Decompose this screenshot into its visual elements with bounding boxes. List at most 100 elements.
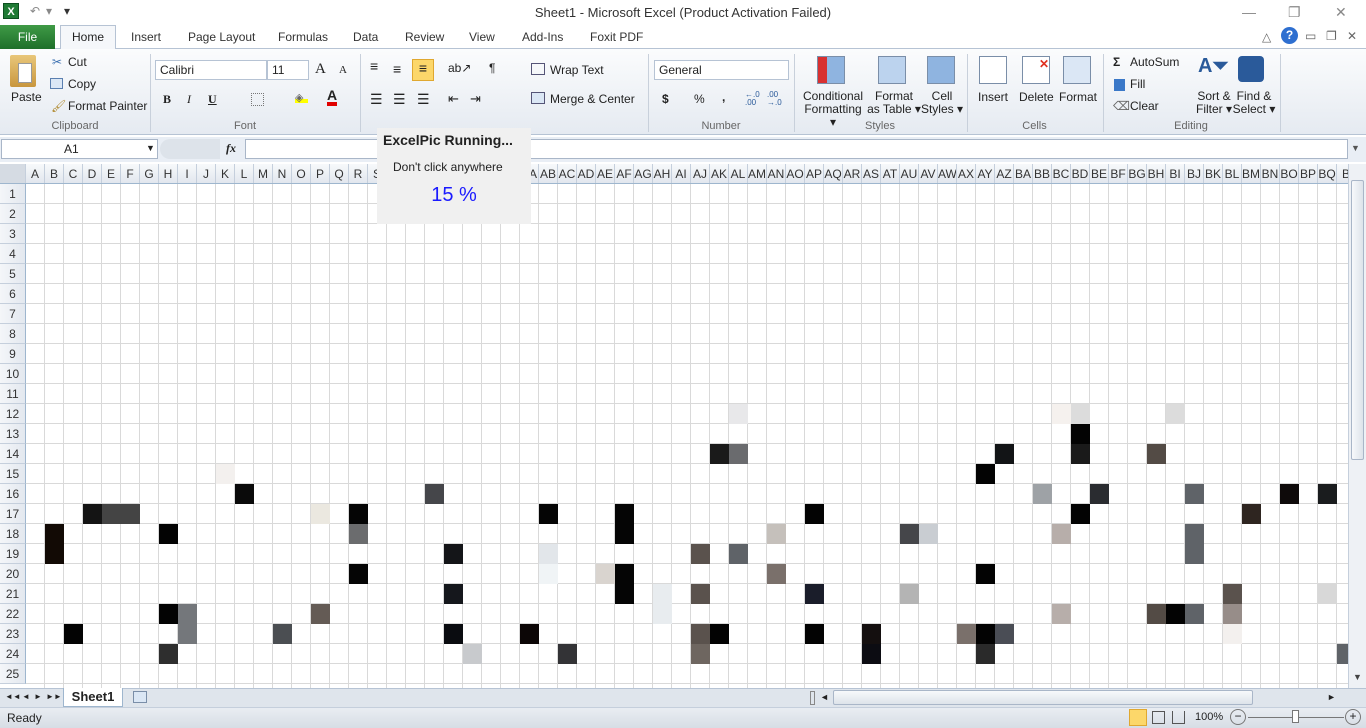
column-header[interactable]: D: [83, 164, 102, 183]
tab-formulas[interactable]: Formulas: [278, 30, 328, 44]
filled-cell[interactable]: [596, 564, 615, 584]
column-header[interactable]: AT: [881, 164, 900, 183]
filled-cell[interactable]: [235, 484, 254, 504]
filled-cell[interactable]: [1223, 624, 1242, 644]
row-header[interactable]: 7: [0, 304, 26, 324]
delete-button[interactable]: Delete: [1019, 90, 1054, 104]
column-header[interactable]: AY: [976, 164, 995, 183]
column-header[interactable]: BF: [1109, 164, 1128, 183]
align-center-icon[interactable]: ☰: [393, 91, 406, 108]
formula-bar-resize-handle[interactable]: [160, 139, 220, 159]
column-header[interactable]: BG: [1128, 164, 1147, 183]
column-header[interactable]: AL: [729, 164, 748, 183]
align-right-icon[interactable]: ☰: [417, 91, 430, 108]
row-header[interactable]: 16: [0, 484, 26, 504]
column-header[interactable]: AR: [843, 164, 862, 183]
decrease-indent-icon[interactable]: ⇤: [448, 91, 459, 107]
column-header[interactable]: AQ: [824, 164, 843, 183]
column-header[interactable]: BP: [1299, 164, 1318, 183]
column-header[interactable]: AD: [577, 164, 596, 183]
filled-cell[interactable]: [1223, 604, 1242, 624]
filled-cell[interactable]: [45, 524, 64, 544]
fill-color-button[interactable]: ◈: [295, 91, 308, 104]
autosum-button[interactable]: AutoSum: [1130, 55, 1179, 69]
paste-icon[interactable]: [10, 55, 36, 87]
worksheet-grid[interactable]: 1 2 3 4 5 6 7 8 9 10 11 12 13 14 15 16 17 18 19 20 21 22 23 24 2…: [0, 184, 1348, 688]
format-painter-button[interactable]: Format Painter: [68, 99, 147, 113]
font-name-select[interactable]: Calibri: [155, 60, 267, 80]
filled-cell[interactable]: [1147, 444, 1166, 464]
insert-function-button[interactable]: fx: [226, 141, 236, 156]
collapse-ribbon-icon[interactable]: △: [1262, 30, 1271, 44]
row-header[interactable]: 10: [0, 364, 26, 384]
page-layout-view-icon[interactable]: [1152, 711, 1165, 724]
fill-button[interactable]: Fill: [1130, 77, 1145, 91]
filled-cell[interactable]: [1071, 504, 1090, 524]
tab-view[interactable]: View: [469, 30, 495, 44]
column-header[interactable]: BA: [1014, 164, 1033, 183]
column-header[interactable]: AP: [805, 164, 824, 183]
column-header[interactable]: BO: [1280, 164, 1299, 183]
row-header[interactable]: 20: [0, 564, 26, 584]
filled-cell[interactable]: [729, 544, 748, 564]
filled-cell[interactable]: [1185, 524, 1204, 544]
percent-button[interactable]: %: [694, 92, 705, 106]
column-header[interactable]: AS: [862, 164, 881, 183]
last-sheet-button[interactable]: ►►: [46, 692, 62, 701]
column-header[interactable]: AZ: [995, 164, 1014, 183]
column-header[interactable]: G: [140, 164, 159, 183]
filled-cell[interactable]: [615, 524, 634, 544]
zoom-out-button[interactable]: −: [1230, 709, 1246, 725]
filled-cell[interactable]: [558, 644, 577, 664]
column-header[interactable]: E: [102, 164, 121, 183]
filled-cell[interactable]: [1223, 584, 1242, 604]
column-header[interactable]: A: [26, 164, 45, 183]
expand-formula-bar-icon[interactable]: ▼: [1351, 143, 1360, 153]
filled-cell[interactable]: [691, 624, 710, 644]
filled-cell[interactable]: [349, 504, 368, 524]
scroll-right-icon[interactable]: ►: [1327, 692, 1336, 702]
row-header[interactable]: 19: [0, 544, 26, 564]
row-header[interactable]: 2: [0, 204, 26, 224]
workbook-minimize-icon[interactable]: ▭: [1305, 29, 1316, 43]
comma-button[interactable]: ,: [722, 90, 725, 104]
horizontal-scroll-thumb[interactable]: [833, 690, 1253, 705]
column-header[interactable]: BL: [1223, 164, 1242, 183]
filled-cell[interactable]: [862, 644, 881, 664]
page-break-view-icon[interactable]: [1172, 711, 1185, 724]
column-header[interactable]: Q: [330, 164, 349, 183]
zoom-in-button[interactable]: +: [1345, 709, 1361, 725]
filled-cell[interactable]: [1185, 484, 1204, 504]
format-as-table-button[interactable]: Format as Table ▾: [866, 90, 922, 116]
find-select-button[interactable]: Find & Select ▾: [1232, 90, 1276, 116]
currency-button[interactable]: $: [662, 92, 669, 106]
name-box[interactable]: A1: [1, 139, 158, 159]
filled-cell[interactable]: [691, 544, 710, 564]
filled-cell[interactable]: [539, 564, 558, 584]
clear-button[interactable]: Clear: [1130, 99, 1159, 113]
column-header[interactable]: AH: [653, 164, 672, 183]
column-header[interactable]: BJ: [1185, 164, 1204, 183]
filled-cell[interactable]: [1166, 404, 1185, 424]
number-format-select[interactable]: General: [654, 60, 789, 80]
column-header[interactable]: BE: [1090, 164, 1109, 183]
filled-cell[interactable]: [691, 584, 710, 604]
filled-cell[interactable]: [159, 604, 178, 624]
filled-cell[interactable]: [976, 624, 995, 644]
row-header[interactable]: 14: [0, 444, 26, 464]
column-header[interactable]: O: [292, 164, 311, 183]
orientation-icon[interactable]: ab↗: [448, 61, 471, 75]
filled-cell[interactable]: [1147, 604, 1166, 624]
column-header[interactable]: AF: [615, 164, 634, 183]
column-header[interactable]: AK: [710, 164, 729, 183]
filled-cell[interactable]: [1318, 584, 1337, 604]
row-header[interactable]: 22: [0, 604, 26, 624]
row-header[interactable]: 21: [0, 584, 26, 604]
paste-button[interactable]: Paste: [11, 90, 42, 104]
row-header[interactable]: 3: [0, 224, 26, 244]
filled-cell[interactable]: [615, 584, 634, 604]
filled-cell[interactable]: [273, 624, 292, 644]
filled-cell[interactable]: [102, 504, 121, 524]
column-header[interactable]: AN: [767, 164, 786, 183]
row-header[interactable]: 13: [0, 424, 26, 444]
